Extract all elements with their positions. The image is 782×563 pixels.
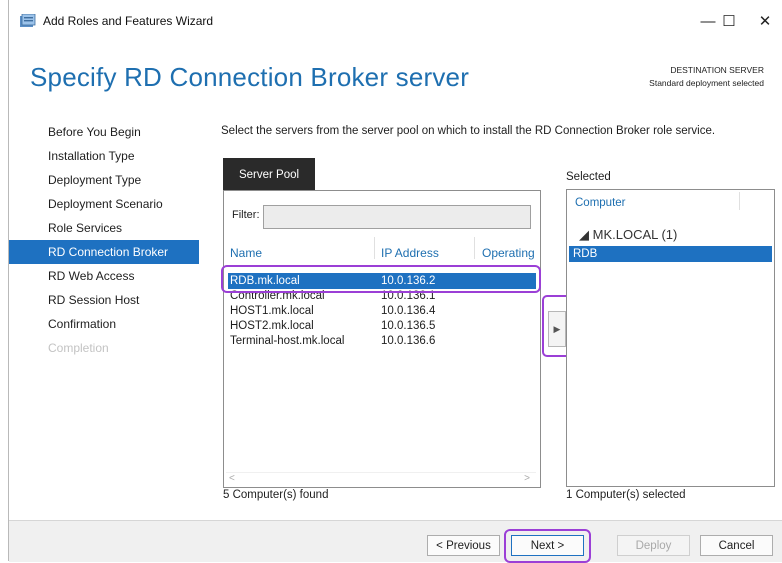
scroll-left-icon[interactable]: <	[229, 473, 235, 484]
server-manager-icon	[20, 14, 36, 27]
nav-item-deployment-scenario[interactable]: Deployment Scenario	[9, 192, 199, 216]
tab-server-pool[interactable]: Server Pool	[223, 158, 315, 190]
horizontal-scrollbar[interactable]: < >	[226, 472, 536, 485]
filter-input[interactable]	[263, 205, 531, 229]
column-header-computer[interactable]: Computer	[575, 197, 626, 209]
nav-item-role-services[interactable]: Role Services	[9, 216, 199, 240]
row-ip: 10.0.136.6	[381, 335, 436, 347]
destination-value: Standard deployment selected	[649, 78, 764, 88]
cancel-button[interactable]: Cancel	[700, 535, 773, 556]
selected-row[interactable]: RDB	[569, 246, 772, 262]
close-button[interactable]: ✕	[750, 10, 780, 34]
nav-item-completion: Completion	[48, 341, 109, 355]
filter-label: Filter:	[232, 209, 260, 221]
row-name: HOST2.mk.local	[230, 320, 314, 332]
nav-item-before-you-begin[interactable]: Before You Begin	[9, 120, 199, 144]
previous-button[interactable]: < Previous	[427, 535, 500, 556]
row-name: HOST1.mk.local	[230, 305, 314, 317]
table-row[interactable]: Terminal-host.mk.local 10.0.136.6	[228, 335, 536, 348]
nav-item-deployment-type[interactable]: Deployment Type	[9, 168, 199, 192]
wizard-footer: < Previous Next > Deploy Cancel	[9, 520, 782, 562]
table-row[interactable]: HOST1.mk.local 10.0.136.4	[228, 305, 536, 318]
scroll-right-icon[interactable]: >	[524, 473, 530, 484]
deploy-button: Deploy	[617, 535, 690, 556]
highlight-annotation-selected-row	[221, 265, 541, 293]
instruction-text: Select the servers from the server pool …	[221, 125, 716, 137]
destination-label: DESTINATION SERVER	[670, 65, 764, 75]
server-pool-list: Filter: Name IP Address Operating RDB.mk…	[223, 190, 541, 488]
destination-server: DESTINATION SERVER Standard deployment s…	[649, 64, 764, 90]
column-header-name[interactable]: Name	[230, 246, 262, 260]
nav-item-installation-type[interactable]: Installation Type	[9, 144, 199, 168]
table-row[interactable]: HOST2.mk.local 10.0.136.5	[228, 320, 536, 333]
nav-item-confirmation[interactable]: Confirmation	[9, 312, 199, 336]
page-title: Specify RD Connection Broker server	[30, 62, 470, 92]
computers-selected-count: 1 Computer(s) selected	[566, 489, 686, 501]
nav-item-rd-session-host[interactable]: RD Session Host	[9, 288, 199, 312]
row-ip: 10.0.136.5	[381, 320, 436, 332]
column-header-ip[interactable]: IP Address	[381, 246, 439, 260]
selected-servers-list: Computer ◢ MK.LOCAL (1) RDB	[566, 189, 775, 487]
row-name: Terminal-host.mk.local	[230, 335, 345, 347]
column-divider[interactable]	[474, 237, 475, 259]
selected-panel-label: Selected	[566, 171, 611, 183]
computers-found-count: 5 Computer(s) found	[223, 489, 329, 501]
nav-item-rd-web-access[interactable]: RD Web Access	[9, 264, 199, 288]
wizard-window: Add Roles and Features Wizard — ☐ ✕ Spec…	[8, 0, 782, 563]
maximize-button[interactable]: ☐	[714, 10, 744, 34]
column-divider[interactable]	[739, 192, 740, 210]
title-bar: Add Roles and Features Wizard — ☐ ✕	[9, 0, 782, 44]
window-title: Add Roles and Features Wizard	[43, 14, 214, 28]
nav-item-rd-connection-broker[interactable]: RD Connection Broker	[9, 240, 199, 264]
column-header-operating-system[interactable]: Operating	[482, 246, 534, 260]
group-header-mk-local[interactable]: ◢ MK.LOCAL (1)	[579, 227, 677, 243]
highlight-annotation-next-button	[504, 529, 591, 563]
wizard-steps-nav: Before You Begin Installation Type Deplo…	[9, 120, 199, 360]
column-divider[interactable]	[374, 237, 375, 259]
row-ip: 10.0.136.4	[381, 305, 436, 317]
